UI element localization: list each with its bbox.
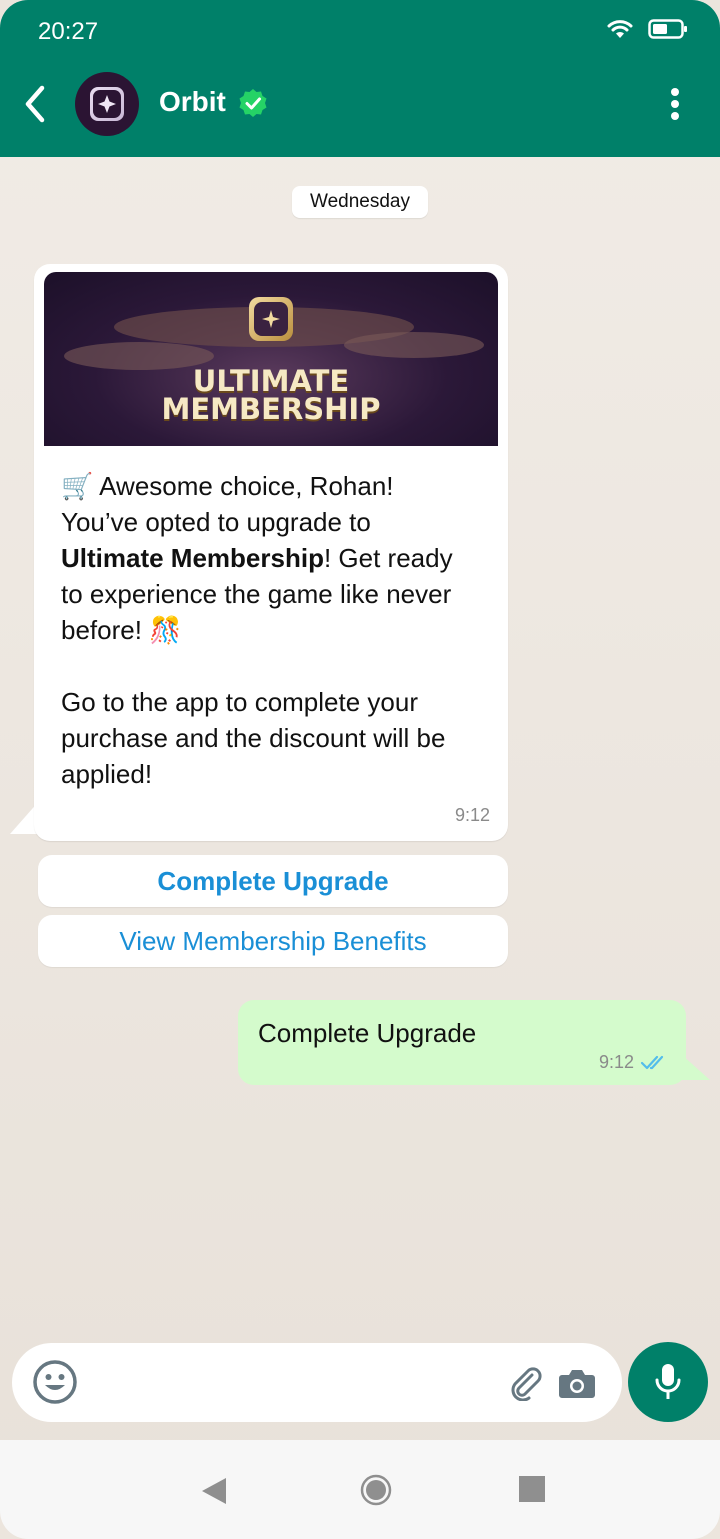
incoming-message: ULTIMATE MEMBERSHIP 🛒 Awesome choice, Ro… bbox=[34, 264, 508, 841]
message-input[interactable] bbox=[92, 1361, 492, 1405]
voice-record-button[interactable] bbox=[628, 1342, 708, 1422]
orbit-logo-icon bbox=[249, 297, 293, 341]
message-composer bbox=[12, 1343, 622, 1422]
paperclip-icon bbox=[511, 1367, 542, 1402]
more-vertical-icon bbox=[671, 88, 679, 96]
back-button[interactable] bbox=[18, 82, 54, 126]
chat-header: 20:27 Orbit bbox=[0, 0, 720, 157]
message-text: 🛒 Awesome choice, Rohan! You’ve opted to… bbox=[61, 471, 453, 789]
phone-screen: 20:27 Orbit Wednesday ULTIMATE MEMBERSHI… bbox=[0, 0, 720, 1539]
nav-recents-icon[interactable] bbox=[519, 1476, 545, 1502]
camera-button[interactable] bbox=[558, 1367, 596, 1399]
status-time: 20:27 bbox=[38, 18, 99, 45]
emoji-button[interactable] bbox=[32, 1359, 78, 1405]
message-timestamp: 9:12 bbox=[454, 805, 490, 825]
banner-title: ULTIMATE MEMBERSHIP bbox=[161, 364, 381, 426]
attach-button[interactable] bbox=[508, 1365, 544, 1402]
message-timestamp: 9:12 bbox=[598, 1052, 634, 1072]
microphone-icon bbox=[655, 1364, 681, 1399]
outgoing-message: Complete Upgrade 9:12 bbox=[238, 1000, 686, 1085]
camera-icon bbox=[559, 1370, 595, 1398]
read-ticks-icon bbox=[640, 1055, 664, 1070]
emoji-icon bbox=[33, 1360, 77, 1404]
avatar[interactable] bbox=[75, 72, 139, 136]
nav-back-icon[interactable] bbox=[200, 1476, 228, 1506]
wifi-icon bbox=[607, 20, 633, 38]
orbit-logo-icon bbox=[90, 87, 124, 121]
more-options-button[interactable] bbox=[660, 86, 690, 122]
chat-title[interactable]: Orbit bbox=[159, 86, 226, 118]
cart-emoji: 🛒 bbox=[61, 471, 94, 501]
party-emoji: 🎊 bbox=[149, 615, 182, 645]
battery-icon bbox=[648, 19, 687, 39]
bold-text: Ultimate Membership bbox=[61, 543, 324, 573]
membership-banner-image[interactable]: ULTIMATE MEMBERSHIP bbox=[44, 272, 498, 446]
verified-badge-icon bbox=[239, 89, 267, 117]
back-arrow-icon bbox=[25, 85, 45, 123]
view-membership-benefits-button[interactable]: View Membership Benefits bbox=[38, 915, 508, 967]
outgoing-message-text: Complete Upgrade bbox=[258, 1018, 477, 1048]
status-icons bbox=[606, 18, 688, 40]
date-separator: Wednesday bbox=[292, 186, 428, 218]
system-navigation-bar bbox=[0, 1440, 720, 1539]
complete-upgrade-button[interactable]: Complete Upgrade bbox=[38, 855, 508, 907]
nav-home-icon[interactable] bbox=[360, 1474, 392, 1506]
